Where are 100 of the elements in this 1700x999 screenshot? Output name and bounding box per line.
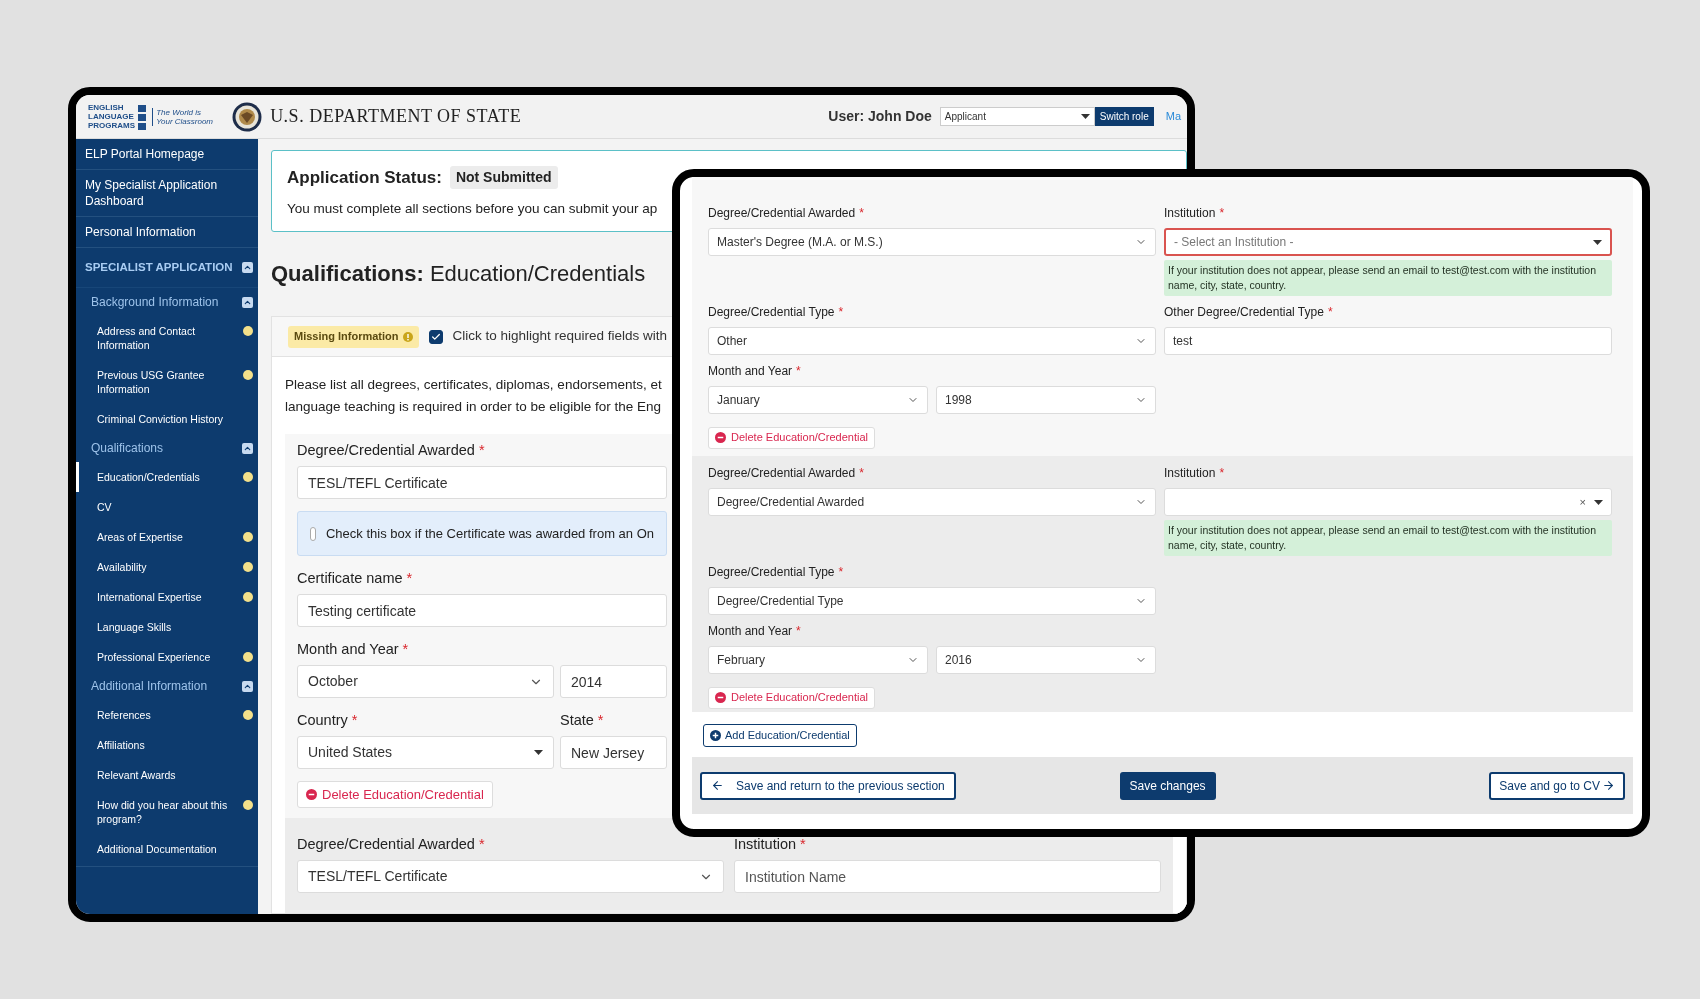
status-label: Application Status: bbox=[287, 167, 442, 189]
collapse-icon[interactable] bbox=[242, 680, 253, 692]
input-field[interactable]: TESL/TEFL Certificate bbox=[297, 466, 667, 499]
select-field[interactable]: Other bbox=[708, 327, 1156, 355]
select-field[interactable]: United States bbox=[297, 736, 554, 769]
collapse-icon[interactable] bbox=[242, 296, 253, 308]
sidebar-item[interactable]: Availability bbox=[76, 552, 258, 582]
field-label: Institution bbox=[1164, 465, 1216, 482]
info-note: If your institution does not appear, please send an email to test@test.com with the institution name, city, state, country. bbox=[1164, 260, 1612, 296]
add-button[interactable]: Add Education/Credential bbox=[703, 724, 857, 747]
logo-text: ENGLISH bbox=[88, 103, 125, 112]
input-field[interactable]: New Jersey bbox=[560, 736, 667, 769]
required-mark: * bbox=[838, 304, 844, 321]
sidebar-item[interactable]: How did you hear about this program? bbox=[76, 790, 258, 834]
required-mark: * bbox=[406, 569, 413, 588]
status-message: You must complete all sections before you can submit your ap bbox=[287, 199, 658, 218]
input-field[interactable]: test bbox=[1164, 327, 1612, 355]
sidebar-item[interactable]: CV bbox=[76, 492, 258, 522]
sidebar-item[interactable]: References bbox=[76, 700, 258, 730]
save-button[interactable]: Save changes bbox=[1119, 771, 1216, 800]
input-field[interactable]: Institution Name bbox=[734, 860, 1161, 893]
input-field[interactable]: 2014 bbox=[560, 665, 667, 698]
required-mark: * bbox=[478, 835, 485, 854]
info-note: If your institution does not appear, please send an email to test@test.com with the institution name, city, state, country. bbox=[1164, 520, 1612, 556]
minus-circle-icon bbox=[715, 432, 726, 443]
field-label: Other Degree/Credential Type bbox=[1164, 304, 1324, 321]
select-field[interactable]: Degree/Credential Type bbox=[708, 587, 1156, 615]
select-field[interactable]: TESL/TEFL Certificate bbox=[297, 860, 724, 893]
select-field[interactable]: 1998 bbox=[936, 386, 1156, 414]
sidebar-item[interactable]: Professional Experience bbox=[76, 642, 258, 672]
delete-button[interactable]: Delete Education/Credential bbox=[708, 686, 875, 709]
select-field[interactable]: Master's Degree (M.A. or M.S.) bbox=[708, 228, 1156, 256]
required-mark: * bbox=[859, 465, 864, 482]
plus-circle-icon bbox=[710, 730, 721, 741]
field-label: Country bbox=[297, 711, 348, 730]
check-icon bbox=[430, 331, 441, 342]
caret-icon bbox=[1594, 499, 1603, 505]
field-label: Certificate name bbox=[297, 569, 403, 588]
field-label: Degree/Credential Awarded bbox=[297, 835, 475, 854]
back-button[interactable]: Save and return to the previous section bbox=[700, 771, 956, 800]
input-field[interactable]: Testing certificate bbox=[297, 594, 667, 627]
field-label: Degree/Credential Awarded bbox=[708, 205, 856, 222]
logo-text: PROGRAMS bbox=[88, 121, 136, 130]
sidebar-group[interactable]: Background Information bbox=[91, 293, 219, 311]
sidebar-group[interactable]: Qualifications bbox=[91, 439, 164, 457]
select-field[interactable]: January bbox=[708, 386, 928, 414]
sidebar-item[interactable]: Previous USG Grantee Information bbox=[76, 360, 258, 404]
required-mark: * bbox=[597, 711, 604, 730]
sidebar-group[interactable]: Additional Information bbox=[91, 677, 208, 695]
switch-role-button[interactable]: Switch role bbox=[1094, 107, 1154, 126]
required-mark: * bbox=[796, 623, 801, 640]
required-mark: * bbox=[859, 205, 864, 222]
sidebar-item[interactable]: Criminal Conviction History bbox=[76, 404, 258, 434]
field-label: Degree/Credential Type bbox=[708, 304, 835, 321]
sidebar-item[interactable]: Address and Contact Information bbox=[76, 316, 258, 360]
delete-button[interactable]: Delete Education/Credential bbox=[297, 781, 493, 808]
checkbox-label: Click to highlight required fields with bbox=[452, 327, 668, 346]
checkbox[interactable] bbox=[428, 329, 443, 344]
minus-circle-icon bbox=[306, 789, 317, 800]
select-field[interactable]: - Select an Institution - bbox=[1164, 228, 1612, 256]
select-field[interactable]: × bbox=[1164, 488, 1612, 516]
select-field[interactable]: February bbox=[708, 646, 928, 674]
required-mark: * bbox=[838, 564, 844, 581]
sidebar-item[interactable]: Relevant Awards bbox=[76, 760, 258, 790]
caret-icon bbox=[534, 750, 543, 755]
checkbox[interactable] bbox=[310, 526, 316, 541]
required-mark: * bbox=[351, 711, 358, 730]
required-mark: * bbox=[402, 640, 409, 659]
field-label: Degree/Credential Type bbox=[708, 564, 835, 581]
delete-button[interactable]: Delete Education/Credential bbox=[708, 426, 875, 449]
collapse-icon[interactable] bbox=[242, 442, 253, 454]
user-name: User: John Doe bbox=[828, 107, 932, 126]
next-button[interactable]: Save and go to CV bbox=[1489, 771, 1625, 800]
logo-bars-icon bbox=[138, 103, 147, 130]
select-field[interactable]: October bbox=[297, 665, 554, 698]
clear-glyph[interactable]: × bbox=[1579, 493, 1586, 511]
intro-text: Please list all degrees, certificates, diplomas, endorsements, et bbox=[285, 376, 662, 394]
field-label: Institution bbox=[1164, 205, 1216, 222]
sidebar-item[interactable]: Language Skills bbox=[76, 612, 258, 642]
logo-tagline: The World is Your Classroom bbox=[152, 107, 219, 126]
sidebar-item[interactable]: Additional Documentation bbox=[76, 834, 258, 864]
missing-info-badge: Missing Information bbox=[288, 325, 419, 348]
intro-text: language teaching is required in order to be eligible for the Eng bbox=[285, 398, 661, 416]
required-mark: * bbox=[1327, 304, 1333, 321]
seal-icon bbox=[232, 101, 263, 132]
arrow-right-icon bbox=[1602, 779, 1615, 792]
sidebar-item[interactable]: International Expertise bbox=[76, 582, 258, 612]
field-label: State bbox=[560, 711, 594, 730]
required-mark: * bbox=[478, 441, 485, 460]
field-label: Month and Year bbox=[708, 623, 793, 640]
select-field[interactable]: 2016 bbox=[936, 646, 1156, 674]
required-mark: * bbox=[796, 363, 801, 380]
status-badge: Not Submitted bbox=[449, 166, 558, 190]
logo-text: LANGUAGE bbox=[88, 112, 135, 121]
role-select[interactable]: Applicant bbox=[939, 107, 1095, 126]
sidebar-item[interactable]: Affiliations bbox=[76, 730, 258, 760]
sidebar-item[interactable]: Areas of Expertise bbox=[76, 522, 258, 552]
section-heading: SPECIALIST APPLICATION bbox=[85, 259, 233, 275]
collapse-icon[interactable] bbox=[242, 262, 253, 273]
select-field[interactable]: Degree/Credential Awarded bbox=[708, 488, 1156, 516]
